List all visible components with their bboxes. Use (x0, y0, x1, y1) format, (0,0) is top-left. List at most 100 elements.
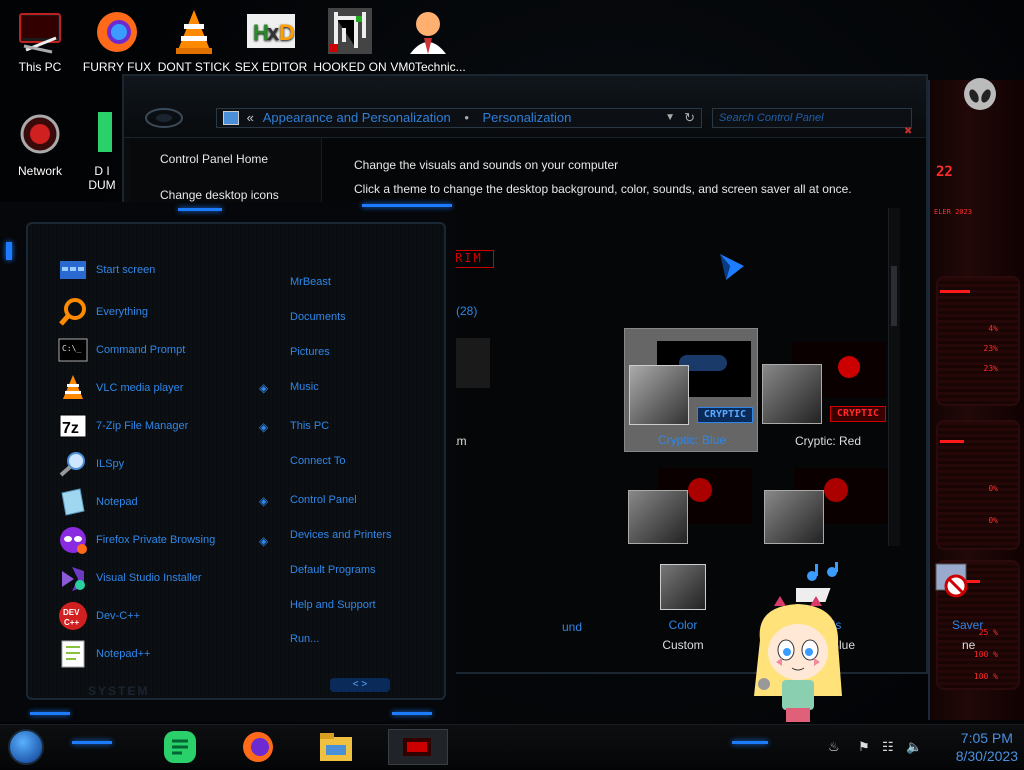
diamond-icon: ◈ (259, 420, 269, 434)
start-item-7zip[interactable]: 7z 7-Zip File Manager (58, 410, 188, 442)
svg-text:C++: C++ (64, 618, 79, 627)
desktop-icon-this-pc[interactable]: This PC (2, 8, 78, 74)
start-link-pictures[interactable]: Pictures (290, 346, 330, 358)
nav-back-icon[interactable] (144, 106, 184, 130)
clock[interactable]: 7:05 PM 8/30/2023 (956, 729, 1018, 765)
taskbar-control-panel-button[interactable] (388, 729, 448, 765)
breadcrumb-appearance[interactable]: Appearance and Personalization (263, 110, 451, 125)
widget-percent: 23% (983, 344, 998, 353)
volume-icon[interactable]: 🔈 (906, 739, 922, 755)
taskbar-firefox-icon[interactable] (240, 729, 276, 765)
start-link-default-programs[interactable]: Default Programs (290, 564, 376, 576)
start-link-music[interactable]: Music (290, 381, 319, 393)
start-item-vlc[interactable]: VLC media player (58, 372, 183, 404)
start-link-control-panel[interactable]: Control Panel (290, 494, 357, 506)
theme-logo-text: RIM (452, 250, 494, 268)
start-item-vs-installer[interactable]: Visual Studio Installer (58, 562, 202, 594)
clock-date: 8/30/2023 (955, 748, 1018, 764)
theme-label: Cryptic: Red (794, 434, 862, 448)
address-bar[interactable]: « Appearance and Personalization • Perso… (216, 108, 702, 128)
color-value: Custom (662, 638, 704, 652)
desktop-icon-label: HOOKED ON (313, 60, 387, 74)
start-link-help-support[interactable]: Help and Support (290, 599, 376, 611)
start-link-connect-to[interactable]: Connect To (290, 455, 345, 467)
widget-percent: 4% (988, 324, 998, 333)
theme-accent-shape (688, 478, 712, 502)
breadcrumb-personalization[interactable]: Personalization (483, 110, 572, 125)
terminal-icon: C:\_ (58, 335, 88, 365)
theme-count: (28) (456, 304, 478, 318)
flag-icon[interactable]: ⚑ (858, 739, 870, 755)
widget-percent: 100 % (973, 672, 998, 681)
desktop-icon-network[interactable]: Network (2, 112, 78, 178)
widget-panel (936, 276, 1020, 406)
start-item-label: Command Prompt (96, 344, 186, 356)
private-browsing-icon (58, 525, 88, 555)
taskbar-file-explorer-icon[interactable] (318, 729, 354, 765)
start-item-devcpp[interactable]: DEV C++ Dev-C++ (58, 600, 140, 632)
desktop-icon-partial[interactable]: D I DUM (80, 112, 124, 192)
search-input[interactable]: Search Control Panel (712, 108, 912, 128)
start-item-label: Visual Studio Installer (96, 572, 202, 584)
network-tray-icon[interactable]: ☷ (882, 739, 894, 755)
desktop-icon-label: DONT STICK (157, 60, 231, 74)
screen-saver-icon[interactable] (934, 562, 974, 606)
start-item-label: ILSpy (96, 458, 125, 470)
theme-label: Cryptic: Blue (657, 433, 727, 447)
svg-text:7z: 7z (62, 420, 79, 437)
start-footer-text: SYSTEM (88, 684, 150, 698)
start-item-label: Notepad++ (96, 648, 151, 660)
desktop-icon-sex-editor[interactable]: HxD SEX EDITOR (233, 8, 309, 74)
desktop-icon-dont-stick[interactable]: DONT STICK (156, 8, 232, 74)
breadcrumb-separator: • (464, 110, 469, 125)
start-item-command-prompt[interactable]: C:\_ Command Prompt (58, 334, 185, 366)
theme-thumbnail-partial[interactable] (452, 338, 490, 388)
dropdown-chevron-icon[interactable]: ▼ (665, 109, 675, 127)
refresh-icon[interactable]: ↻ (684, 109, 695, 127)
scrollbar-thumb[interactable] (891, 266, 897, 326)
7zip-icon: 7z (58, 411, 88, 441)
screen-saver-link[interactable]: Saver (952, 618, 1024, 632)
desktop-icon-hooked-on[interactable]: HOOKED ON (312, 8, 388, 74)
sidebar-link-desktop-icons[interactable]: Change desktop icons (160, 188, 279, 202)
window-titlebar: « Appearance and Personalization • Perso… (124, 76, 926, 138)
start-item-label: 7-Zip File Manager (96, 420, 189, 432)
start-link-documents[interactable]: Documents (290, 311, 346, 323)
theme-cryptic-blue[interactable]: CRYPTIC Cryptic: Blue (624, 328, 758, 452)
taskbar-app-green-icon[interactable] (162, 729, 198, 765)
start-item-ilspy[interactable]: ILSpy (58, 448, 124, 480)
decor-glow (178, 208, 222, 211)
start-item-firefox-private[interactable]: Firefox Private Browsing (58, 524, 215, 556)
vlc-cone-icon (170, 8, 218, 56)
color-swatch-icon[interactable] (660, 564, 706, 610)
alienware-logo-icon (950, 76, 1010, 112)
start-link-mrbeast[interactable]: MrBeast (290, 276, 331, 288)
start-link-this-pc[interactable]: This PC (290, 420, 329, 432)
start-item-notepadpp[interactable]: Notepad++ (58, 638, 150, 670)
desktop-icon-label: SEX EDITOR (234, 60, 308, 74)
start-menu[interactable]: Start screen Everything C:\_ Command Pro… (0, 202, 456, 722)
start-item-label: Everything (96, 306, 148, 318)
theme-accent-shape (838, 356, 860, 378)
start-link-run[interactable]: Run... (290, 633, 319, 645)
desktop-icon-furry-fux[interactable]: FURRY FUX (79, 8, 155, 74)
close-icon[interactable]: ✖ (904, 126, 912, 137)
page-subheading: Click a theme to change the desktop back… (354, 182, 852, 196)
desktop-icon-vm0technic[interactable]: VM0Technic... (390, 8, 466, 74)
color-link[interactable]: Color (628, 618, 738, 632)
sidebar-link-home[interactable]: Control Panel Home (160, 152, 268, 166)
theme-scrollbar[interactable] (888, 208, 900, 546)
firefox-icon (93, 8, 141, 56)
desktop-icon-label: Network (17, 164, 62, 178)
start-item-everything[interactable]: Everything (58, 296, 148, 328)
start-nav-arrows[interactable]: < > (330, 678, 390, 692)
theme-badge: CRYPTIC (830, 406, 886, 422)
start-item-start-screen[interactable]: Start screen (58, 254, 155, 286)
start-orb-button[interactable] (8, 729, 44, 765)
start-link-devices-printers[interactable]: Devices and Printers (290, 529, 392, 541)
start-item-notepad[interactable]: Notepad (58, 486, 138, 518)
java-tray-icon[interactable]: ♨ (828, 739, 840, 755)
theme-cryptic-red[interactable]: CRYPTIC Cryptic: Red (762, 338, 892, 448)
page-heading: Change the visuals and sounds on your co… (354, 158, 619, 172)
widget-percent: 23% (983, 364, 998, 373)
